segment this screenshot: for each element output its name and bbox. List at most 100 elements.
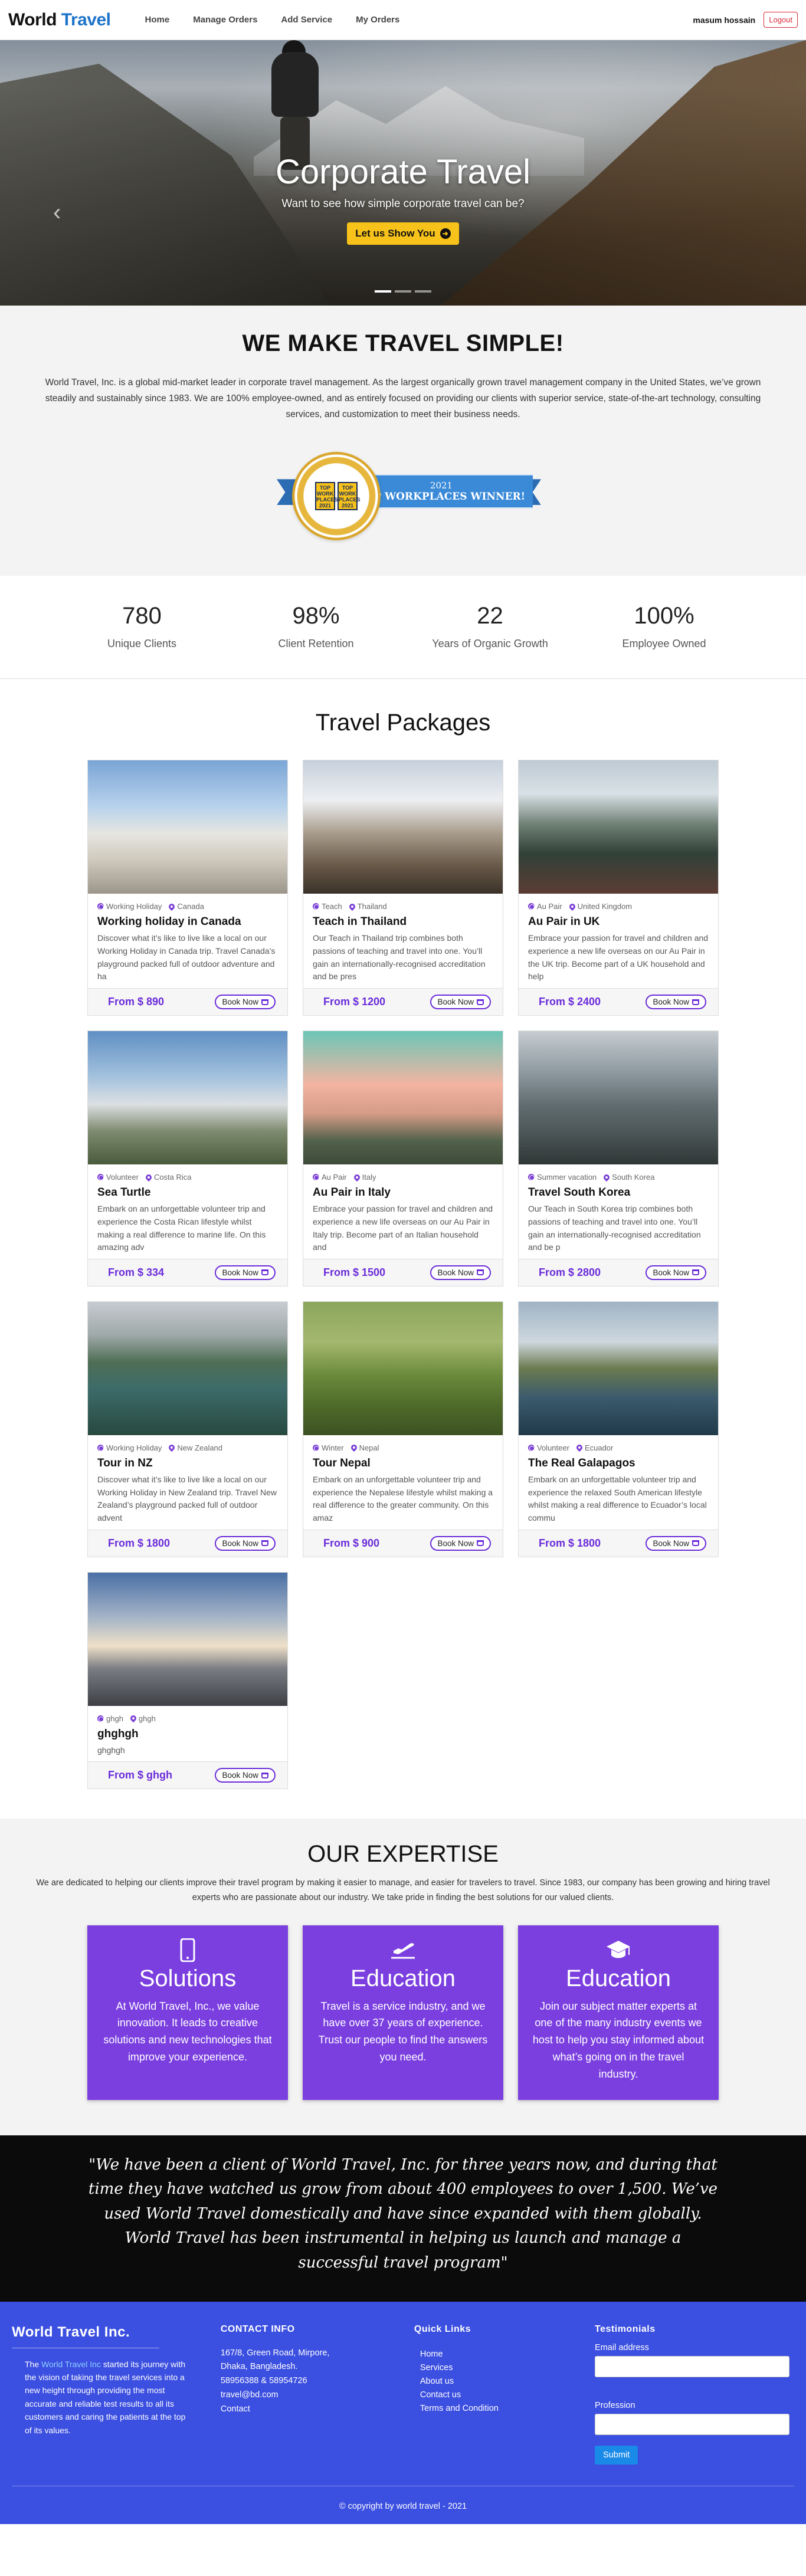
map-pin-icon	[575, 1443, 584, 1452]
package-title: Au Pair in Italy	[313, 1186, 391, 1199]
package-footer: From $ 1800 Book Now	[88, 1529, 287, 1557]
nav-links: Home Manage Orders Add Service My Orders	[145, 15, 400, 25]
package-category: ghgh	[97, 1714, 123, 1723]
package-title: Teach in Thailand	[313, 915, 407, 928]
hero-cta-button[interactable]: Let us Show You ➜	[347, 222, 459, 245]
globe-icon	[97, 1715, 104, 1722]
packages-heading: Travel Packages	[315, 710, 491, 736]
footer-link-terms[interactable]: Terms and Condition	[420, 2402, 595, 2416]
book-now-button[interactable]: Book Now	[430, 1265, 491, 1280]
package-category: Teach	[313, 902, 342, 911]
nav-link-home[interactable]: Home	[145, 15, 170, 25]
package-description: Discover what it’s like to live like a l…	[97, 1474, 277, 1522]
package-description: Embrace your passion for travel and chil…	[313, 1204, 493, 1252]
expertise-card-text: At World Travel, Inc., we value innovati…	[103, 2000, 272, 2063]
carousel-indicator-1[interactable]	[375, 290, 391, 293]
book-now-button[interactable]: Book Now	[430, 995, 491, 1010]
stat-label: Employee Owned	[622, 638, 706, 650]
hero-content: Corporate Travel Want to see how simple …	[0, 152, 806, 245]
profession-label: Profession	[595, 2400, 635, 2410]
award-tile-2: TOP WORK PLACES 2021	[338, 482, 361, 511]
cart-icon	[261, 1540, 268, 1547]
package-meta: ghgh ghgh	[97, 1714, 278, 1723]
globe-icon	[313, 1444, 319, 1451]
stat-value: 100%	[634, 603, 694, 629]
globe-icon	[97, 1174, 104, 1181]
package-image	[519, 1031, 718, 1165]
nav-link-add-service[interactable]: Add Service	[281, 15, 332, 25]
package-category: Summer vacation	[528, 1173, 597, 1182]
footer-links-column: Quick Links Home Services About us Conta…	[414, 2324, 595, 2465]
username: masum hossain	[693, 15, 756, 25]
book-now-label: Book Now	[222, 1771, 258, 1780]
book-now-button[interactable]: Book Now	[430, 1535, 491, 1551]
globe-icon	[97, 903, 104, 910]
footer-contact-email[interactable]: travel@bd.com	[221, 2388, 339, 2403]
nav-link-my-orders[interactable]: My Orders	[356, 15, 399, 25]
package-body: Au Pair United Kingdom Au Pair in UK Emb…	[519, 894, 718, 988]
book-now-label: Book Now	[653, 1268, 689, 1277]
package-footer: From $ 334 Book Now	[88, 1258, 287, 1286]
book-now-button[interactable]: Book Now	[646, 995, 706, 1010]
expertise-card-title: Education	[566, 1965, 671, 1991]
footer-contact-link[interactable]: Contact	[221, 2403, 339, 2417]
package-footer: From $ 890 Book Now	[88, 988, 287, 1016]
package-image	[88, 1031, 287, 1165]
package-meta: Working Holiday New Zealand	[97, 1443, 278, 1452]
package-category: Working Holiday	[97, 902, 162, 911]
map-pin-icon	[568, 902, 576, 911]
footer-link-contact[interactable]: Contact us	[420, 2388, 595, 2402]
package-price: From $ 1500	[323, 1266, 386, 1278]
profession-input[interactable]	[595, 2413, 790, 2435]
book-now-label: Book Now	[222, 1538, 258, 1548]
package-location: Costa Rica	[144, 1173, 192, 1182]
package-footer: From $ ghgh Book Now	[88, 1761, 287, 1789]
package-price: From $ 1800	[539, 1537, 601, 1549]
logout-button[interactable]: Logout	[764, 12, 798, 28]
submit-button[interactable]: Submit	[595, 2445, 638, 2465]
packages-grid: Working Holiday Canada Working holiday i…	[87, 760, 719, 1790]
stat-value: 780	[122, 603, 162, 629]
package-body: Working Holiday New Zealand Tour in NZ D…	[88, 1435, 287, 1530]
book-now-button[interactable]: Book Now	[215, 1768, 276, 1783]
package-category: Winter	[313, 1443, 344, 1452]
expertise-section: OUR EXPERTISE We are dedicated to helpin…	[0, 1819, 806, 2135]
book-now-button[interactable]: Book Now	[215, 995, 276, 1010]
hero-cta-label: Let us Show You	[355, 228, 435, 239]
map-pin-icon	[168, 1443, 176, 1452]
arrow-right-circle-icon: ➜	[440, 228, 451, 239]
package-title: Tour Nepal	[313, 1456, 371, 1469]
book-now-button[interactable]: Book Now	[646, 1265, 706, 1280]
map-pin-icon	[602, 1173, 611, 1182]
package-price: From $ 334	[108, 1266, 165, 1278]
copyright: © copyright by world travel - 2021	[12, 2485, 794, 2511]
footer-link-services[interactable]: Services	[420, 2361, 595, 2375]
expertise-heading: OUR EXPERTISE	[307, 1841, 499, 1868]
package-meta: Volunteer Costa Rica	[97, 1173, 278, 1182]
package-image	[519, 760, 718, 894]
book-now-button[interactable]: Book Now	[646, 1535, 706, 1551]
package-category: Volunteer	[97, 1173, 139, 1182]
carousel-indicator-3[interactable]	[415, 290, 431, 293]
brand-logo[interactable]: World Travel	[8, 10, 111, 30]
book-now-button[interactable]: Book Now	[215, 1535, 276, 1551]
package-description: Our Teach in Thailand trip combines both…	[313, 933, 486, 982]
footer-link-home[interactable]: Home	[420, 2348, 595, 2361]
map-pin-icon	[349, 1443, 358, 1452]
footer-testimonials-heading: Testimonials	[595, 2324, 656, 2334]
carousel-indicator-2[interactable]	[395, 290, 411, 293]
package-body: Teach Thailand Teach in Thailand Our Tea…	[303, 894, 503, 988]
expertise-card-text: Travel is a service industry, and we hav…	[318, 2000, 488, 2063]
package-title: Au Pair in UK	[528, 915, 600, 928]
about-text: World Travel, Inc. is a global mid-marke…	[45, 378, 761, 420]
package-card-nz: Working Holiday New Zealand Tour in NZ D…	[87, 1301, 288, 1557]
nav-link-manage-orders[interactable]: Manage Orders	[193, 15, 257, 25]
cart-icon	[261, 1772, 268, 1778]
book-now-button[interactable]: Book Now	[215, 1265, 276, 1280]
package-card-canada: Working Holiday Canada Working holiday i…	[87, 760, 288, 1016]
email-input[interactable]	[595, 2355, 790, 2377]
graduation-cap-icon	[532, 1937, 705, 1963]
footer-link-about[interactable]: About us	[420, 2375, 595, 2388]
book-now-label: Book Now	[437, 1538, 474, 1548]
footer-about-highlight[interactable]: World Travel Inc	[41, 2360, 101, 2369]
